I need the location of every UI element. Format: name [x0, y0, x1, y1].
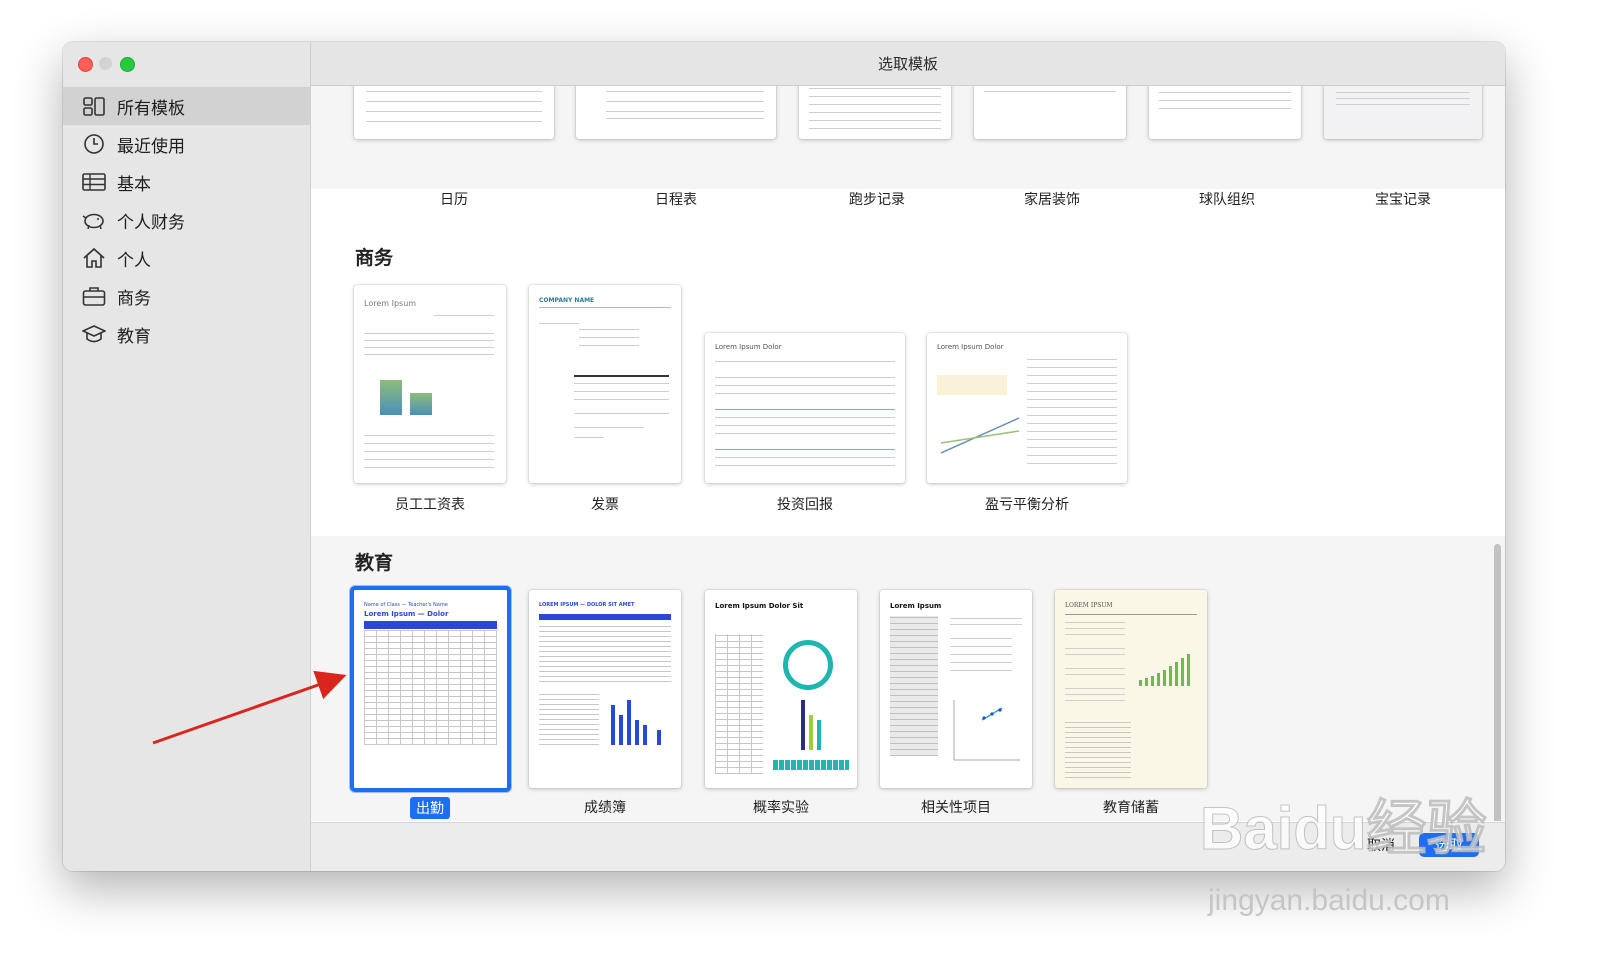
template-label[interactable]: 盈亏平衡分析: [947, 494, 1107, 514]
sidebar-item-recent[interactable]: 最近使用: [63, 125, 310, 163]
table-icon: [81, 170, 107, 194]
template-label[interactable]: 概率实验: [701, 797, 861, 817]
close-window-button[interactable]: [78, 57, 93, 72]
zoom-window-button[interactable]: [120, 57, 135, 72]
template-thumb-home-improvement[interactable]: [974, 86, 1126, 139]
sidebar-item-label: 个人财务: [117, 212, 185, 233]
sidebar-item-personal[interactable]: 个人: [63, 239, 310, 277]
watermark-logo: Baidu经验: [1200, 795, 1488, 863]
template-thumb-team-organization[interactable]: [1149, 86, 1301, 139]
thumb-title: Lorem Ipsum Dolor Sit: [715, 602, 804, 610]
template-thumb-calendar[interactable]: [354, 86, 554, 139]
template-thumb-education-savings[interactable]: LOREM IPSUM: [1055, 590, 1207, 788]
template-label[interactable]: 宝宝记录: [1323, 189, 1483, 209]
sidebar-item-basic[interactable]: 基本: [63, 163, 310, 201]
clock-icon: [81, 132, 107, 156]
sidebar-item-all-templates[interactable]: 所有模板: [63, 87, 310, 125]
template-thumb-running-log[interactable]: [799, 86, 951, 139]
watermark-url: jingyan.baidu.com: [1208, 884, 1450, 917]
sidebar-item-label: 基本: [117, 174, 151, 195]
template-label[interactable]: 日程表: [596, 189, 756, 209]
window-title: 选取模板: [311, 42, 1505, 86]
section-title-business: 商务: [355, 247, 394, 269]
briefcase-icon: [81, 284, 107, 308]
template-chooser-window: 所有模板 最近使用 基本 个人财务 个人 商务 教育 选取模板 日历 日程表 跑…: [63, 42, 1505, 871]
sidebar-item-personal-finance[interactable]: 个人财务: [63, 201, 310, 239]
house-icon: [81, 246, 107, 270]
section-title-education: 教育: [355, 552, 394, 574]
sidebar-item-label: 所有模板: [117, 98, 185, 119]
template-label[interactable]: 球队组织: [1147, 189, 1307, 209]
template-thumb-schedule[interactable]: [576, 86, 776, 139]
thumb-title: Lorem Ipsum — Dolor: [364, 610, 449, 618]
template-label[interactable]: 员工工资表: [350, 494, 510, 514]
template-thumb-break-even[interactable]: Lorem Ipsum Dolor: [927, 333, 1127, 483]
template-label[interactable]: 成绩簿: [525, 797, 685, 817]
sidebar-item-label: 个人: [117, 250, 151, 271]
template-label[interactable]: 家居装饰: [972, 189, 1132, 209]
thumb-title: Lorem Ipsum: [890, 602, 942, 610]
thumb-title: Lorem Ipsum Dolor: [937, 343, 1004, 351]
thumb-title: COMPANY NAME: [539, 297, 595, 304]
template-thumb-correlation[interactable]: Lorem Ipsum: [880, 590, 1032, 788]
thumb-title: LOREM IPSUM: [1065, 602, 1113, 609]
thumb-title: Lorem Ipsum Dolor: [715, 343, 782, 351]
sidebar-list: 所有模板 最近使用 基本 个人财务 个人 商务 教育: [63, 87, 310, 353]
template-gallery[interactable]: 日历 日程表 跑步记录 家居装饰 球队组织 宝宝记录 商务 Lorem Ipsu…: [311, 86, 1505, 821]
sidebar-item-label: 教育: [117, 326, 151, 347]
thumb-subtitle: Name of Class — Teacher's Name: [364, 602, 448, 608]
sidebar: 所有模板 最近使用 基本 个人财务 个人 商务 教育: [63, 42, 311, 871]
template-label-selected[interactable]: 出勤: [410, 797, 450, 819]
thumb-title: Lorem Ipsum: [364, 299, 417, 308]
template-thumb-roi[interactable]: Lorem Ipsum Dolor: [705, 333, 905, 483]
template-label[interactable]: 投资回报: [725, 494, 885, 514]
template-thumb-probability[interactable]: Lorem Ipsum Dolor Sit: [705, 590, 857, 788]
template-label[interactable]: 相关性项目: [876, 797, 1036, 817]
thumb-title: LOREM IPSUM — DOLOR SIT AMET: [539, 602, 635, 608]
sidebar-item-education[interactable]: 教育: [63, 315, 310, 353]
grid-icon: [81, 94, 107, 118]
template-label[interactable]: 日历: [374, 189, 534, 209]
template-thumb-gradebook[interactable]: LOREM IPSUM — DOLOR SIT AMET: [529, 590, 681, 788]
minimize-window-button[interactable]: [99, 57, 112, 70]
template-label[interactable]: 跑步记录: [797, 189, 957, 209]
sidebar-item-label: 最近使用: [117, 136, 185, 157]
vertical-scrollbar[interactable]: [1494, 544, 1501, 821]
piggy-bank-icon: [81, 208, 107, 232]
template-label[interactable]: 教育储蓄: [1051, 797, 1211, 817]
template-thumb-payroll[interactable]: Lorem Ipsum: [354, 285, 506, 483]
sidebar-item-label: 商务: [117, 288, 151, 309]
template-thumb-invoice[interactable]: COMPANY NAME: [529, 285, 681, 483]
sidebar-item-business[interactable]: 商务: [63, 277, 310, 315]
template-thumb-attendance[interactable]: Name of Class — Teacher's Name Lorem Ips…: [350, 586, 511, 792]
template-label[interactable]: 发票: [525, 494, 685, 514]
graduation-cap-icon: [81, 322, 107, 346]
template-thumb-baby-log[interactable]: [1324, 86, 1482, 139]
